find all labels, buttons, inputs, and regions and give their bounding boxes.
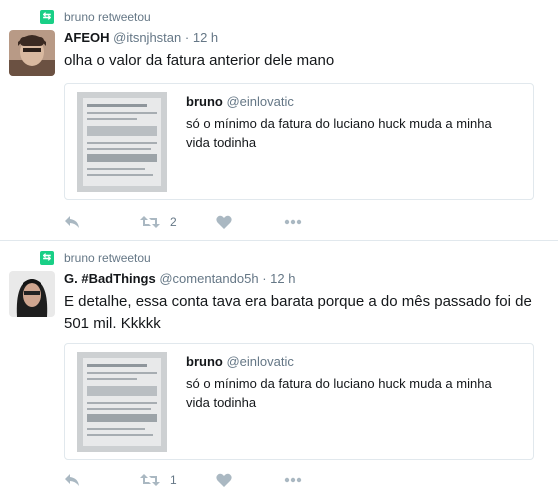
retweet-badge-icon: ⇆ — [40, 251, 54, 265]
quoted-media-thumbnail[interactable] — [77, 352, 167, 452]
avatar[interactable] — [9, 30, 55, 76]
more-icon — [284, 219, 302, 225]
author-handle[interactable]: @itsnjhstan — [113, 30, 181, 45]
quoted-tweet[interactable]: bruno @einlovatic só o mínimo da fatura … — [64, 343, 534, 460]
more-icon — [284, 477, 302, 483]
tweet-1[interactable]: ⇆ bruno retweetou AFEOH @itsnjhstan · 12… — [0, 0, 558, 240]
reply-button[interactable] — [64, 473, 80, 487]
author-handle[interactable]: @comentando5h — [159, 271, 258, 286]
more-button[interactable] — [284, 219, 302, 225]
quoted-author-name[interactable]: bruno — [186, 94, 223, 109]
like-icon — [216, 215, 232, 229]
tweet-actions: 2 — [64, 212, 302, 232]
tweet-actions: 1 — [64, 470, 302, 490]
author-name[interactable]: G. #BadThings — [64, 271, 156, 286]
retweet-count: 1 — [170, 473, 177, 487]
quoted-author: bruno @einlovatic — [186, 354, 294, 369]
quoted-author-name[interactable]: bruno — [186, 354, 223, 369]
tweet-text: E detalhe, essa conta tava era barata po… — [64, 293, 532, 332]
quoted-media-thumbnail[interactable] — [77, 92, 167, 192]
tweet-2[interactable]: ⇆ bruno retweetou G. #BadThings @comenta… — [0, 240, 558, 501]
avatar[interactable] — [9, 271, 55, 317]
quoted-author-handle[interactable]: @einlovatic — [226, 354, 293, 369]
retweet-context: ⇆ bruno retweetou — [40, 8, 151, 26]
quoted-author-handle[interactable]: @einlovatic — [226, 94, 293, 109]
retweet-button[interactable]: 2 — [140, 215, 190, 229]
retweet-icon — [140, 474, 160, 486]
retweeted-by-label[interactable]: bruno retweetou — [64, 251, 151, 265]
timestamp[interactable]: 12 h — [270, 271, 295, 286]
separator-dot: · — [262, 271, 267, 286]
retweet-badge-icon: ⇆ — [40, 10, 54, 24]
tweet-header: AFEOH @itsnjhstan · 12 h — [64, 30, 218, 45]
retweet-count: 2 — [170, 215, 177, 229]
quoted-tweet[interactable]: bruno @einlovatic só o mínimo da fatura … — [64, 83, 534, 200]
reply-button[interactable] — [64, 215, 80, 229]
retweeted-by-label[interactable]: bruno retweetou — [64, 10, 151, 24]
reply-icon — [65, 474, 79, 486]
separator-dot: · — [184, 30, 190, 45]
retweet-icon — [140, 216, 160, 228]
quoted-tweet-text: só o mínimo da fatura do luciano huck mu… — [186, 376, 492, 410]
retweet-button[interactable]: 1 — [140, 473, 190, 487]
reply-icon — [65, 216, 79, 228]
retweet-context: ⇆ bruno retweetou — [40, 249, 151, 267]
more-button[interactable] — [284, 477, 302, 483]
timestamp[interactable]: 12 h — [193, 30, 218, 45]
quoted-author: bruno @einlovatic — [186, 94, 294, 109]
like-button[interactable] — [216, 215, 232, 229]
author-name[interactable]: AFEOH — [64, 30, 110, 45]
tweet-text: olha o valor da fatura anterior dele man… — [64, 52, 335, 69]
quoted-tweet-text: só o mínimo da fatura do luciano huck mu… — [186, 116, 492, 150]
tweet-header: G. #BadThings @comentando5h · 12 h — [64, 271, 295, 286]
like-icon — [216, 473, 232, 487]
like-button[interactable] — [216, 473, 232, 487]
